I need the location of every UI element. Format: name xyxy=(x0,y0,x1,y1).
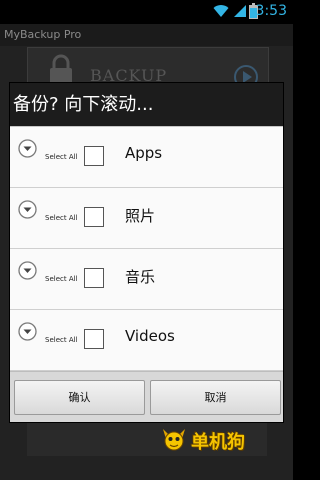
cancel-button[interactable]: 取消 xyxy=(150,380,281,415)
app-title: MyBackup Pro xyxy=(4,28,82,41)
select-all-label: Select All xyxy=(45,153,78,161)
lock-icon xyxy=(50,54,72,85)
group-row-photos[interactable]: Select All 照片 xyxy=(10,188,283,249)
group-label: 音乐 xyxy=(125,268,156,286)
select-all-checkbox[interactable] xyxy=(84,268,104,288)
app-title-bar: MyBackup Pro xyxy=(0,24,293,46)
group-label: 照片 xyxy=(125,207,156,225)
select-all-checkbox[interactable] xyxy=(84,329,104,349)
watermark: 单机狗 xyxy=(160,426,260,454)
select-all-label: Select All xyxy=(45,275,78,283)
select-all-label: Select All xyxy=(45,214,78,222)
expand-icon[interactable] xyxy=(18,322,37,341)
backup-dialog: 备份? 向下滚动... Select All Apps Select All 照… xyxy=(10,83,283,422)
confirm-button[interactable]: 确认 xyxy=(14,380,145,415)
status-clock: 3:53 xyxy=(255,3,287,19)
group-list[interactable]: Select All Apps Select All 照片 Select All xyxy=(10,127,283,371)
group-row-music[interactable]: Select All 音乐 xyxy=(10,249,283,310)
screen: 3:53 MyBackup Pro BACKUP 备份? 向下滚动... Sel… xyxy=(0,0,293,480)
group-label: Videos xyxy=(125,327,175,345)
select-all-label: Select All xyxy=(45,336,78,344)
expand-icon[interactable] xyxy=(18,139,37,158)
group-label: Apps xyxy=(125,144,163,162)
group-row-videos[interactable]: Select All Videos xyxy=(10,310,283,371)
mascot-icon xyxy=(163,429,185,451)
dialog-title: 备份? 向下滚动... xyxy=(10,83,283,126)
watermark-text: 单机狗 xyxy=(191,432,245,453)
group-row-apps[interactable]: Select All Apps xyxy=(10,127,283,188)
signal-icon xyxy=(234,5,246,17)
dialog-button-bar: 确认 取消 xyxy=(10,371,283,422)
wifi-icon xyxy=(213,5,229,18)
status-bar: 3:53 xyxy=(0,0,293,24)
select-all-checkbox[interactable] xyxy=(84,207,104,227)
select-all-checkbox[interactable] xyxy=(84,146,104,166)
expand-icon[interactable] xyxy=(18,200,37,219)
expand-icon[interactable] xyxy=(18,261,37,280)
